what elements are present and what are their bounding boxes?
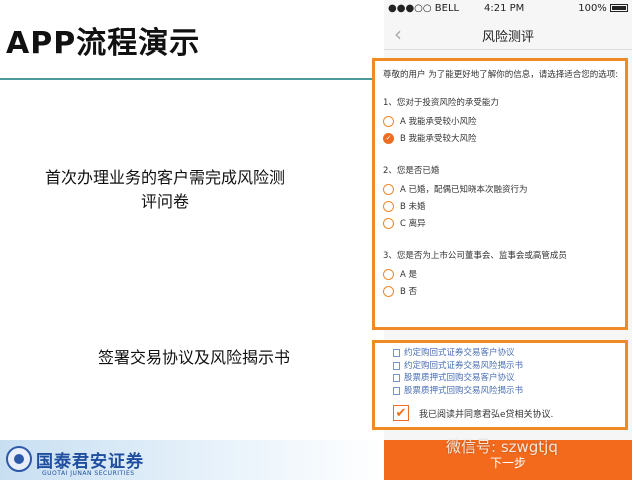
consent-label: 我已阅读并同意君弘e贷相关协议.	[419, 409, 554, 420]
radio-icon[interactable]	[383, 201, 394, 212]
option-label: A 我能承受较小风险	[400, 116, 477, 127]
logo-text-cn: 国泰君安证券	[36, 451, 144, 472]
option-label: B 我能承受较大风险	[400, 133, 477, 144]
logo-text-en: GUOTAI JUNAN SECURITIES	[42, 470, 135, 477]
option-label: A 是	[400, 269, 418, 280]
radio-checked-icon[interactable]	[383, 133, 394, 144]
question-text: 3、您是否为上市公司董事会、监事会或高管成员	[383, 251, 567, 261]
wechat-watermark: 微信号: szwgtjq	[446, 438, 558, 456]
question-text: 2、您是否已婚	[383, 166, 440, 176]
carrier-label: ●●●○○ BELL	[388, 3, 460, 14]
title-divider	[0, 78, 384, 80]
questionnaire-intro: 尊敬的用户 为了能更好地了解你的信息，请选择适合您的选项:	[383, 70, 619, 80]
status-time: 4:21 PM	[484, 3, 525, 14]
consent-checkbox-checked-icon[interactable]: ✔	[393, 405, 409, 421]
slide: APP流程演示 首次办理业务的客户需完成风险测评问卷 签署交易协议及风险揭示书 …	[0, 0, 640, 480]
option-3a[interactable]: A 是	[383, 266, 619, 283]
company-logo: 国泰君安证券 GUOTAI JUNAN SECURITIES	[6, 446, 144, 477]
option-label: A 已婚，配偶已知晓本次融资行为	[400, 184, 528, 195]
option-3b[interactable]: B 否	[383, 283, 619, 300]
question-3: 3、您是否为上市公司董事会、监事会或高管成员 A 是 B 否	[383, 248, 619, 300]
radio-icon[interactable]	[383, 184, 394, 195]
caption-sign-agreements: 签署交易协议及风险揭示书	[97, 348, 290, 367]
risk-questionnaire: 尊敬的用户 为了能更好地了解你的信息，请选择适合您的选项: 1、您对于投资风险的…	[372, 58, 628, 330]
document-icon	[393, 374, 400, 383]
doc-title: 股票质押式回购交易客户协议	[404, 373, 515, 383]
caption-risk-assessment: 首次办理业务的客户需完成风险测评问卷	[44, 168, 285, 211]
doc-title: 股票质押式回购交易风险揭示书	[404, 385, 524, 396]
option-1b[interactable]: B 我能承受较大风险	[383, 130, 619, 147]
logo-emblem-icon	[6, 446, 32, 472]
option-2c[interactable]: C 离异	[383, 215, 619, 232]
option-2b[interactable]: B 未婚	[383, 198, 619, 215]
question-2: 2、您是否已婚 A 已婚，配偶已知晓本次融资行为 B 未婚 C 离异	[383, 163, 619, 232]
option-label: C 离异	[400, 218, 426, 229]
question-1: 1、您对于投资风险的承受能力 A 我能承受较小风险 B 我能承受较大风险	[383, 95, 619, 147]
question-text: 1、您对于投资风险的承受能力	[383, 98, 499, 108]
option-label: B 未婚	[400, 201, 426, 212]
battery-percent: 100%	[578, 3, 607, 14]
slide-title: APP流程演示	[6, 26, 201, 61]
option-label: B 否	[400, 286, 418, 297]
doc-title: 约定购回式证券交易客户协议	[404, 348, 515, 358]
document-icon	[393, 349, 400, 358]
doc-link-1[interactable]: 约定购回式证券交易客户协议	[393, 347, 523, 360]
agreements-panel: 约定购回式证券交易客户协议 约定购回式证券交易风险揭示书 股票质押式回购交易客户…	[372, 340, 628, 430]
nav-bar: ‹ 风险测评	[384, 18, 632, 50]
radio-icon[interactable]	[383, 286, 394, 297]
radio-icon[interactable]	[383, 218, 394, 229]
radio-icon[interactable]	[383, 116, 394, 127]
radio-icon[interactable]	[383, 269, 394, 280]
battery-status: 100%	[578, 3, 628, 14]
option-1a[interactable]: A 我能承受较小风险	[383, 113, 619, 130]
option-2a[interactable]: A 已婚，配偶已知晓本次融资行为	[383, 181, 619, 198]
nav-title: 风险测评	[481, 30, 534, 45]
battery-icon	[610, 4, 628, 12]
doc-link-2[interactable]: 约定购回式证券交易风险揭示书	[393, 360, 523, 373]
document-icon	[393, 361, 400, 370]
status-bar: ●●●○○ BELL 4:21 PM 100%	[384, 0, 632, 18]
document-icon	[393, 386, 400, 395]
doc-title: 约定购回式证券交易风险揭示书	[404, 360, 524, 371]
doc-link-3[interactable]: 股票质押式回购交易客户协议	[393, 372, 523, 385]
consent-row[interactable]: ✔ 我已阅读并同意君弘e贷相关协议.	[393, 405, 553, 421]
doc-link-4[interactable]: 股票质押式回购交易风险揭示书	[393, 385, 523, 398]
